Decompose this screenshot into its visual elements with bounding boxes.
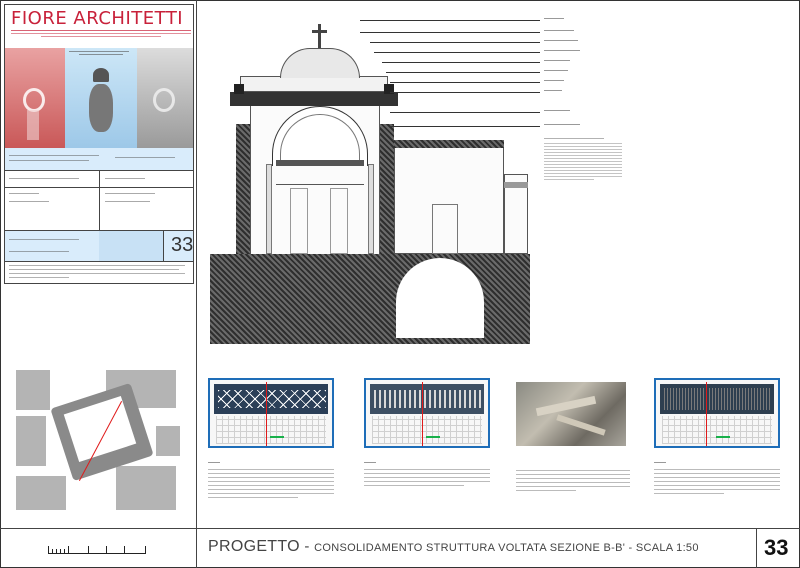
wall-right [380,124,394,254]
sheet-info-band [5,231,193,261]
project-info-band [5,148,193,170]
brand-logo: FIORE ARCHITETTI [11,8,184,29]
ornament-photo-center [65,48,137,148]
sheet-title: PROGETTO - CONSOLIDAMENTO STRUTTURA VOLT… [208,538,699,556]
section-drawing [210,14,730,346]
sheet-title-rest: CONSOLIDAMENTO STRUTTURA VOLTATA SEZIONE… [314,542,699,554]
client-info-grid [5,170,193,230]
dome [280,48,360,78]
detail-1 [208,378,334,448]
caption-1 [208,462,336,512]
caption-3 [516,470,632,510]
location-plan [16,366,180,512]
drum [240,76,388,92]
detail-3 [654,378,780,448]
sheet-title-main: PROGETTO [208,538,300,555]
sheet-title-dash: - [299,538,315,555]
title-block: FIORE ARCHITETTI 33 [4,4,194,284]
crypt-vault [396,258,484,338]
caption-2 [364,462,492,512]
title-block-sheet-number: 33 [171,234,194,256]
site-photo [516,382,626,446]
notes-block [9,264,191,282]
section-notes [544,138,624,208]
ornament-photo-left [5,48,65,148]
brand-subtitle [11,29,193,37]
caption-4 [654,462,782,512]
annotation-labels [544,18,584,130]
detail-2 [364,378,490,448]
ornament-photo-right [137,48,193,148]
ornament-scroll [23,88,45,112]
cross-horizontal [312,30,327,33]
crown-ornament [93,68,109,82]
cross-vertical [318,24,321,48]
cornice-band [230,92,398,106]
door-opening [432,204,458,254]
graphic-scale-bar [48,546,146,554]
photo-caption [69,51,133,55]
cartouche-ornament [89,84,113,132]
sheet-number: 33 [764,535,789,560]
wall-left [236,124,250,254]
